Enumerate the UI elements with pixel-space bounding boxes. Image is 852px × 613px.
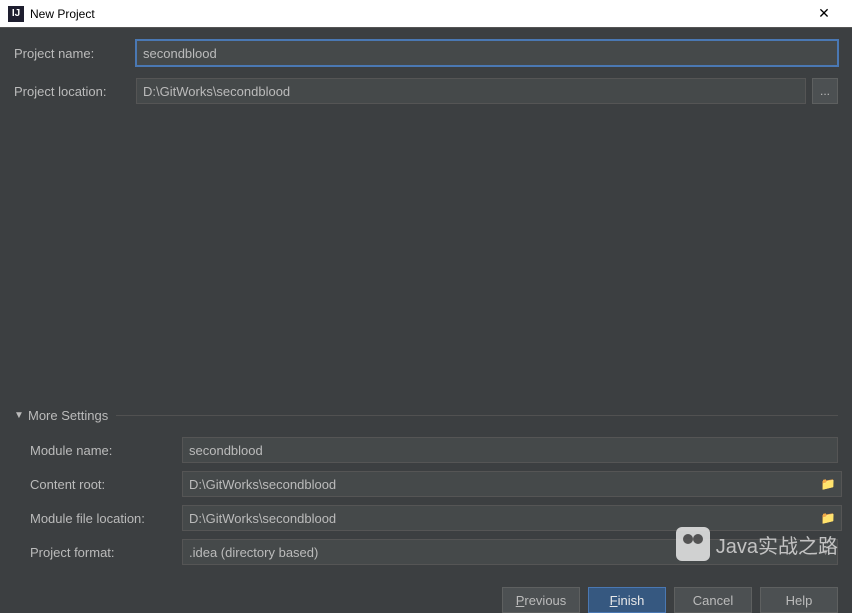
folder-icon[interactable]: 📁: [818, 477, 838, 491]
module-name-input[interactable]: [182, 437, 838, 463]
more-settings-label: More Settings: [28, 408, 108, 423]
titlebar: IJ New Project ✕: [0, 0, 852, 28]
project-format-label: Project format:: [30, 545, 182, 560]
project-location-input[interactable]: [136, 78, 806, 104]
button-bar: PPreviousrevious FinishFinish Cancel Hel…: [0, 573, 852, 613]
app-icon: IJ: [8, 6, 24, 22]
project-format-row: Project format: ▼: [30, 539, 838, 565]
project-name-row: Project name:: [14, 40, 838, 66]
more-settings-body: Module name: Content root: 📁 Module file…: [14, 427, 838, 565]
project-location-label: Project location:: [14, 84, 136, 99]
content-root-row: Content root: 📁: [30, 471, 838, 497]
module-file-location-input[interactable]: [182, 505, 842, 531]
module-name-label: Module name:: [30, 443, 182, 458]
module-file-location-row: Module file location: 📁: [30, 505, 838, 531]
main-content: Project name: Project location: ...: [0, 28, 852, 398]
more-settings-section: ▼ More Settings Module name: Content roo…: [0, 408, 852, 565]
project-location-row: Project location: ...: [14, 78, 838, 104]
browse-button[interactable]: ...: [812, 78, 838, 104]
project-name-input[interactable]: [136, 40, 838, 66]
content-root-label: Content root:: [30, 477, 182, 492]
project-format-select[interactable]: [182, 539, 838, 565]
content-root-input[interactable]: [182, 471, 842, 497]
more-settings-toggle[interactable]: ▼ More Settings: [14, 408, 838, 423]
folder-icon[interactable]: 📁: [818, 511, 838, 525]
chevron-down-icon: ▼: [14, 410, 28, 421]
close-icon[interactable]: ✕: [804, 5, 844, 22]
project-name-label: Project name:: [14, 46, 136, 61]
module-name-row: Module name:: [30, 437, 838, 463]
separator: [116, 415, 838, 416]
window-title: New Project: [30, 7, 804, 21]
module-file-location-label: Module file location:: [30, 511, 182, 526]
